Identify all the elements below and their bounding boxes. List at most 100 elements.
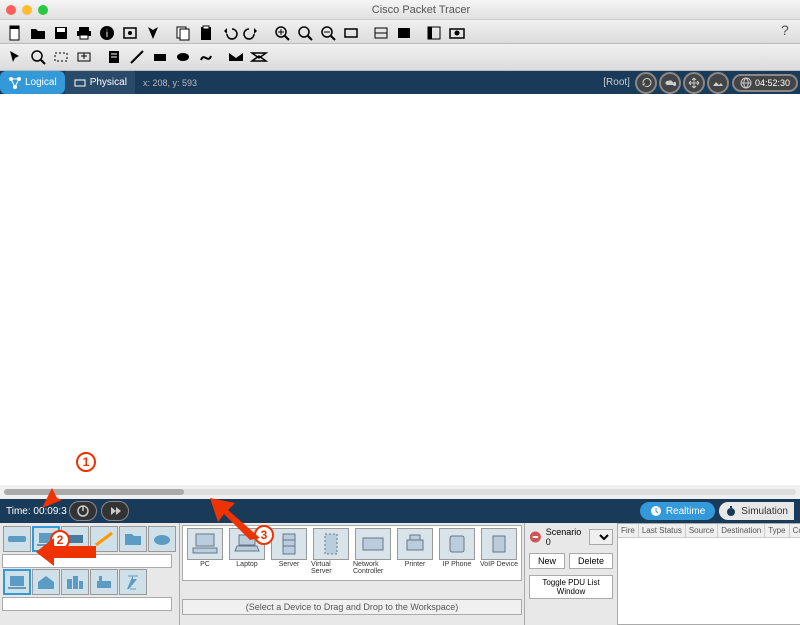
select-tool-icon[interactable] [4, 46, 26, 68]
realtime-button[interactable]: Realtime [640, 502, 715, 520]
open-file-icon[interactable] [27, 22, 49, 44]
rect-icon[interactable] [149, 46, 171, 68]
line-icon[interactable] [126, 46, 148, 68]
delete-scenario-button[interactable]: Delete [569, 553, 613, 569]
scroll-thumb[interactable] [4, 489, 184, 495]
save-icon[interactable] [50, 22, 72, 44]
view-bar: Logical Physical x: 208, y: 593 [Root] 0… [0, 71, 800, 94]
event-headers: Fire Last Status Source Destination Type… [618, 524, 800, 538]
template-icon[interactable] [142, 22, 164, 44]
horizontal-scrollbar[interactable] [0, 485, 800, 499]
zoom-in-icon[interactable] [271, 22, 293, 44]
device-printer[interactable]: Printer [395, 528, 435, 578]
workspace-canvas[interactable] [0, 94, 800, 485]
simple-pdu-icon[interactable] [225, 46, 247, 68]
scenario-panel: Scenario 0 New Delete Toggle PDU List Wi… [525, 523, 617, 625]
simulation-label: Simulation [741, 506, 788, 517]
category-connections[interactable] [90, 526, 118, 552]
device-network-controller[interactable]: Network Controller [353, 528, 393, 578]
realtime-label: Realtime [666, 506, 705, 517]
root-button[interactable]: [Root] [599, 77, 634, 88]
undo-icon[interactable] [218, 22, 240, 44]
maximize-icon[interactable] [38, 5, 48, 15]
screenshot-icon[interactable] [446, 22, 468, 44]
secondary-toolbar [0, 44, 800, 71]
stopwatch-icon [725, 505, 737, 517]
minimize-icon[interactable] [22, 5, 32, 15]
simulation-button[interactable]: Simulation [719, 502, 794, 520]
clock-icon [650, 505, 662, 517]
zoom-out-icon[interactable] [317, 22, 339, 44]
close-icon[interactable] [6, 5, 16, 15]
tab-logical-label: Logical [25, 77, 57, 88]
scenario-delete-icon[interactable] [529, 530, 542, 544]
palette1-icon[interactable] [370, 22, 392, 44]
new-scenario-button[interactable]: New [529, 553, 565, 569]
paste-icon[interactable] [195, 22, 217, 44]
marquee-tool-icon[interactable] [27, 46, 49, 68]
device-server[interactable]: Server [269, 528, 309, 578]
subcategory-power-grid[interactable] [119, 569, 147, 595]
scenario-label: Scenario 0 [546, 527, 585, 547]
subcategory-smart-city[interactable] [61, 569, 89, 595]
svg-text:i: i [106, 29, 108, 40]
device-voip[interactable]: VoIP Device [479, 528, 519, 578]
sim-time-label: Time: 00:09:3 [6, 506, 67, 517]
device-virtual-server[interactable]: Virtual Server [311, 528, 351, 578]
zoom-reset-icon[interactable] [294, 22, 316, 44]
background-icon[interactable] [707, 72, 729, 94]
device-pc[interactable]: PC [185, 528, 225, 578]
palette2-icon[interactable] [393, 22, 415, 44]
coordinates: x: 208, y: 593 [143, 78, 197, 88]
activity-wizard-icon[interactable]: i [96, 22, 118, 44]
app-title: Cisco Packet Tracer [48, 4, 794, 16]
subcategory-industrial[interactable] [90, 569, 118, 595]
complex-pdu-icon[interactable] [248, 46, 270, 68]
window-controls [6, 5, 48, 15]
subcategory-end-devices[interactable] [3, 569, 31, 595]
copy-icon[interactable] [172, 22, 194, 44]
new-file-icon[interactable] [4, 22, 26, 44]
subcategory-home[interactable] [32, 569, 60, 595]
bottom-panel: PC Laptop Server Virtual Server Network … [0, 523, 800, 625]
tab-logical[interactable]: Logical [0, 71, 65, 94]
print-icon[interactable] [73, 22, 95, 44]
ellipse-icon[interactable] [172, 46, 194, 68]
scenario-select[interactable] [589, 529, 613, 545]
panel-icon[interactable] [423, 22, 445, 44]
globe-icon [740, 77, 752, 89]
note-icon[interactable] [103, 46, 125, 68]
viewport-time[interactable]: 04:52:30 [732, 74, 798, 92]
category-search-input[interactable] [2, 554, 172, 568]
subcategory-search-input[interactable] [2, 597, 172, 611]
category-misc[interactable] [119, 526, 147, 552]
logical-icon [8, 76, 22, 90]
help-icon[interactable]: ? [781, 22, 796, 41]
category-multiuser[interactable] [148, 526, 176, 552]
toggle-pdu-list-button[interactable]: Toggle PDU List Window [529, 575, 613, 599]
device-dialog-icon[interactable] [119, 22, 141, 44]
power-cycle-icon[interactable] [69, 501, 97, 521]
tab-physical[interactable]: Physical [65, 71, 135, 94]
category-components[interactable] [61, 526, 89, 552]
device-list: PC Laptop Server Virtual Server Network … [182, 525, 522, 581]
category-network-devices[interactable] [3, 526, 31, 552]
cloud-icon[interactable] [659, 72, 681, 94]
freeform-icon[interactable] [195, 46, 217, 68]
event-list-panel: Fire Last Status Source Destination Type… [617, 523, 800, 625]
redo-icon[interactable] [241, 22, 263, 44]
device-laptop[interactable]: Laptop [227, 528, 267, 578]
back-nav-icon[interactable] [635, 72, 657, 94]
device-hint: (Select a Device to Drag and Drop to the… [182, 599, 522, 615]
resize-tool-icon[interactable] [73, 46, 95, 68]
device-ip-phone[interactable]: IP Phone [437, 528, 477, 578]
fast-forward-icon[interactable] [101, 501, 129, 521]
move-object-icon[interactable] [683, 72, 705, 94]
titlebar: Cisco Packet Tracer [0, 0, 800, 20]
physical-icon [73, 76, 87, 90]
time-value: 04:52:30 [755, 78, 790, 88]
tab-physical-label: Physical [90, 77, 127, 88]
zoom-fit-icon[interactable] [340, 22, 362, 44]
category-end-devices[interactable] [32, 526, 60, 552]
move-tool-icon[interactable] [50, 46, 72, 68]
